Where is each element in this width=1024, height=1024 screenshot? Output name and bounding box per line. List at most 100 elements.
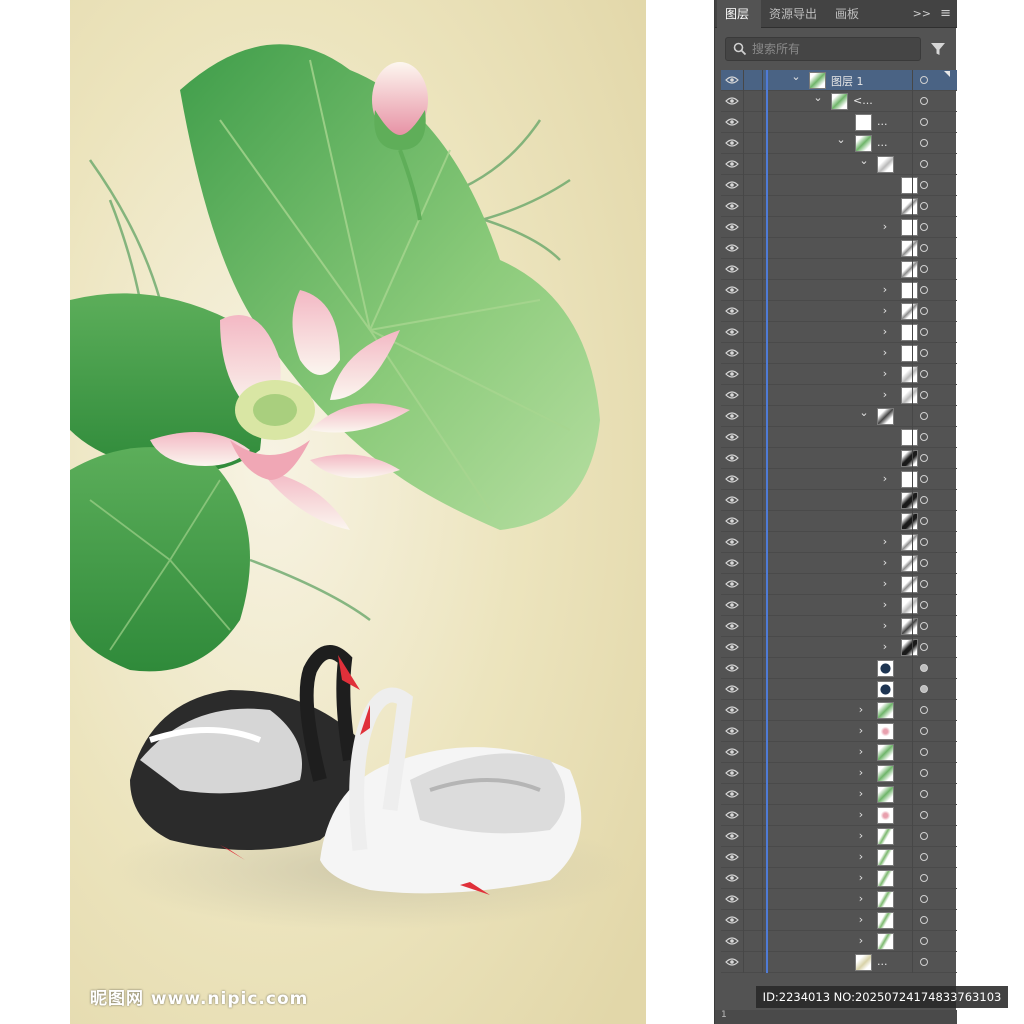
target-circle-icon[interactable] xyxy=(920,538,928,546)
expand-chevron-icon[interactable]: › xyxy=(856,725,866,737)
lock-toggle[interactable] xyxy=(743,217,763,238)
layer-row[interactable]: › xyxy=(721,763,957,784)
target-circle-icon[interactable] xyxy=(920,307,928,315)
visibility-eye-icon[interactable] xyxy=(725,390,739,400)
visibility-eye-icon[interactable] xyxy=(725,663,739,673)
target-circle-icon[interactable] xyxy=(920,76,928,84)
lock-toggle[interactable] xyxy=(743,70,763,91)
visibility-eye-icon[interactable] xyxy=(725,201,739,211)
visibility-eye-icon[interactable] xyxy=(725,936,739,946)
layer-row[interactable]: ⌄... xyxy=(721,133,957,154)
target-circle-icon[interactable] xyxy=(920,160,928,168)
visibility-eye-icon[interactable] xyxy=(725,453,739,463)
expand-chevron-icon[interactable]: › xyxy=(856,893,866,905)
visibility-eye-icon[interactable] xyxy=(725,369,739,379)
layer-row[interactable]: ⌄ <... xyxy=(721,91,957,112)
lock-toggle[interactable] xyxy=(743,868,763,889)
lock-toggle[interactable] xyxy=(743,931,763,952)
tab-artboards[interactable]: 画板 xyxy=(827,0,869,28)
visibility-eye-icon[interactable] xyxy=(725,327,739,337)
expand-chevron-icon[interactable]: › xyxy=(880,368,890,380)
target-circle-icon[interactable] xyxy=(920,244,928,252)
visibility-eye-icon[interactable] xyxy=(725,537,739,547)
expand-chevron-icon[interactable]: › xyxy=(880,557,890,569)
visibility-eye-icon[interactable] xyxy=(725,180,739,190)
layer-name[interactable]: ... xyxy=(877,955,888,968)
lock-toggle[interactable] xyxy=(743,658,763,679)
collapse-chevron-icon[interactable]: ⌄ xyxy=(813,92,823,104)
visibility-eye-icon[interactable] xyxy=(725,516,739,526)
layer-row[interactable]: › xyxy=(721,721,957,742)
tab-layers[interactable]: 图层 xyxy=(717,0,761,28)
target-circle-icon[interactable] xyxy=(920,349,928,357)
target-circle-icon[interactable] xyxy=(920,286,928,294)
layer-row[interactable]: › xyxy=(721,553,957,574)
layer-row[interactable]: › xyxy=(721,889,957,910)
layer-name[interactable]: 图层 1 xyxy=(831,73,864,89)
visibility-eye-icon[interactable] xyxy=(725,243,739,253)
layer-row[interactable]: › xyxy=(721,532,957,553)
target-circle-icon[interactable] xyxy=(920,454,928,462)
lock-toggle[interactable] xyxy=(743,322,763,343)
lock-toggle[interactable] xyxy=(743,574,763,595)
visibility-eye-icon[interactable] xyxy=(725,348,739,358)
layer-row[interactable] xyxy=(721,238,957,259)
layer-row[interactable]: › xyxy=(721,364,957,385)
visibility-eye-icon[interactable] xyxy=(725,726,739,736)
layer-row[interactable]: › xyxy=(721,343,957,364)
layer-row[interactable] xyxy=(721,427,957,448)
lock-toggle[interactable] xyxy=(743,406,763,427)
expand-chevron-icon[interactable]: › xyxy=(856,830,866,842)
target-circle-icon[interactable] xyxy=(920,685,928,693)
expand-chevron-icon[interactable]: › xyxy=(856,935,866,947)
target-circle-icon[interactable] xyxy=(920,811,928,819)
target-circle-icon[interactable] xyxy=(920,265,928,273)
layer-row[interactable]: ... xyxy=(721,952,957,973)
lock-toggle[interactable] xyxy=(743,742,763,763)
visibility-eye-icon[interactable] xyxy=(725,957,739,967)
lock-toggle[interactable] xyxy=(743,427,763,448)
visibility-eye-icon[interactable] xyxy=(725,117,739,127)
layer-row[interactable]: › xyxy=(721,910,957,931)
expand-chevron-icon[interactable]: › xyxy=(880,305,890,317)
visibility-eye-icon[interactable] xyxy=(725,474,739,484)
visibility-eye-icon[interactable] xyxy=(725,684,739,694)
visibility-eye-icon[interactable] xyxy=(725,852,739,862)
layer-row[interactable]: › xyxy=(721,301,957,322)
target-circle-icon[interactable] xyxy=(920,853,928,861)
layer-row[interactable]: › xyxy=(721,700,957,721)
visibility-eye-icon[interactable] xyxy=(725,831,739,841)
lock-toggle[interactable] xyxy=(743,469,763,490)
expand-chevron-icon[interactable]: › xyxy=(880,221,890,233)
lock-toggle[interactable] xyxy=(743,595,763,616)
visibility-eye-icon[interactable] xyxy=(725,705,739,715)
lock-toggle[interactable] xyxy=(743,679,763,700)
target-circle-icon[interactable] xyxy=(920,496,928,504)
lock-toggle[interactable] xyxy=(743,133,763,154)
lock-toggle[interactable] xyxy=(743,826,763,847)
layer-search-box[interactable] xyxy=(725,37,921,61)
visibility-eye-icon[interactable] xyxy=(725,873,739,883)
expand-chevron-icon[interactable]: › xyxy=(856,914,866,926)
layer-row[interactable]: › xyxy=(721,742,957,763)
visibility-eye-icon[interactable] xyxy=(725,96,739,106)
lock-toggle[interactable] xyxy=(743,385,763,406)
expand-chevron-icon[interactable]: › xyxy=(880,599,890,611)
target-circle-icon[interactable] xyxy=(920,559,928,567)
lock-toggle[interactable] xyxy=(743,784,763,805)
collapse-chevron-icon[interactable]: ⌄ xyxy=(791,71,801,83)
visibility-eye-icon[interactable] xyxy=(725,768,739,778)
target-circle-icon[interactable] xyxy=(920,874,928,882)
expand-chevron-icon[interactable]: › xyxy=(856,704,866,716)
expand-chevron-icon[interactable]: › xyxy=(880,284,890,296)
target-circle-icon[interactable] xyxy=(920,664,928,672)
target-circle-icon[interactable] xyxy=(920,790,928,798)
layer-row[interactable]: › xyxy=(721,280,957,301)
lock-toggle[interactable] xyxy=(743,511,763,532)
visibility-eye-icon[interactable] xyxy=(725,432,739,442)
visibility-eye-icon[interactable] xyxy=(725,579,739,589)
lock-toggle[interactable] xyxy=(743,196,763,217)
target-circle-icon[interactable] xyxy=(920,118,928,126)
panel-menu-icon[interactable]: ≡ xyxy=(940,0,951,28)
expand-chevron-icon[interactable]: › xyxy=(880,578,890,590)
